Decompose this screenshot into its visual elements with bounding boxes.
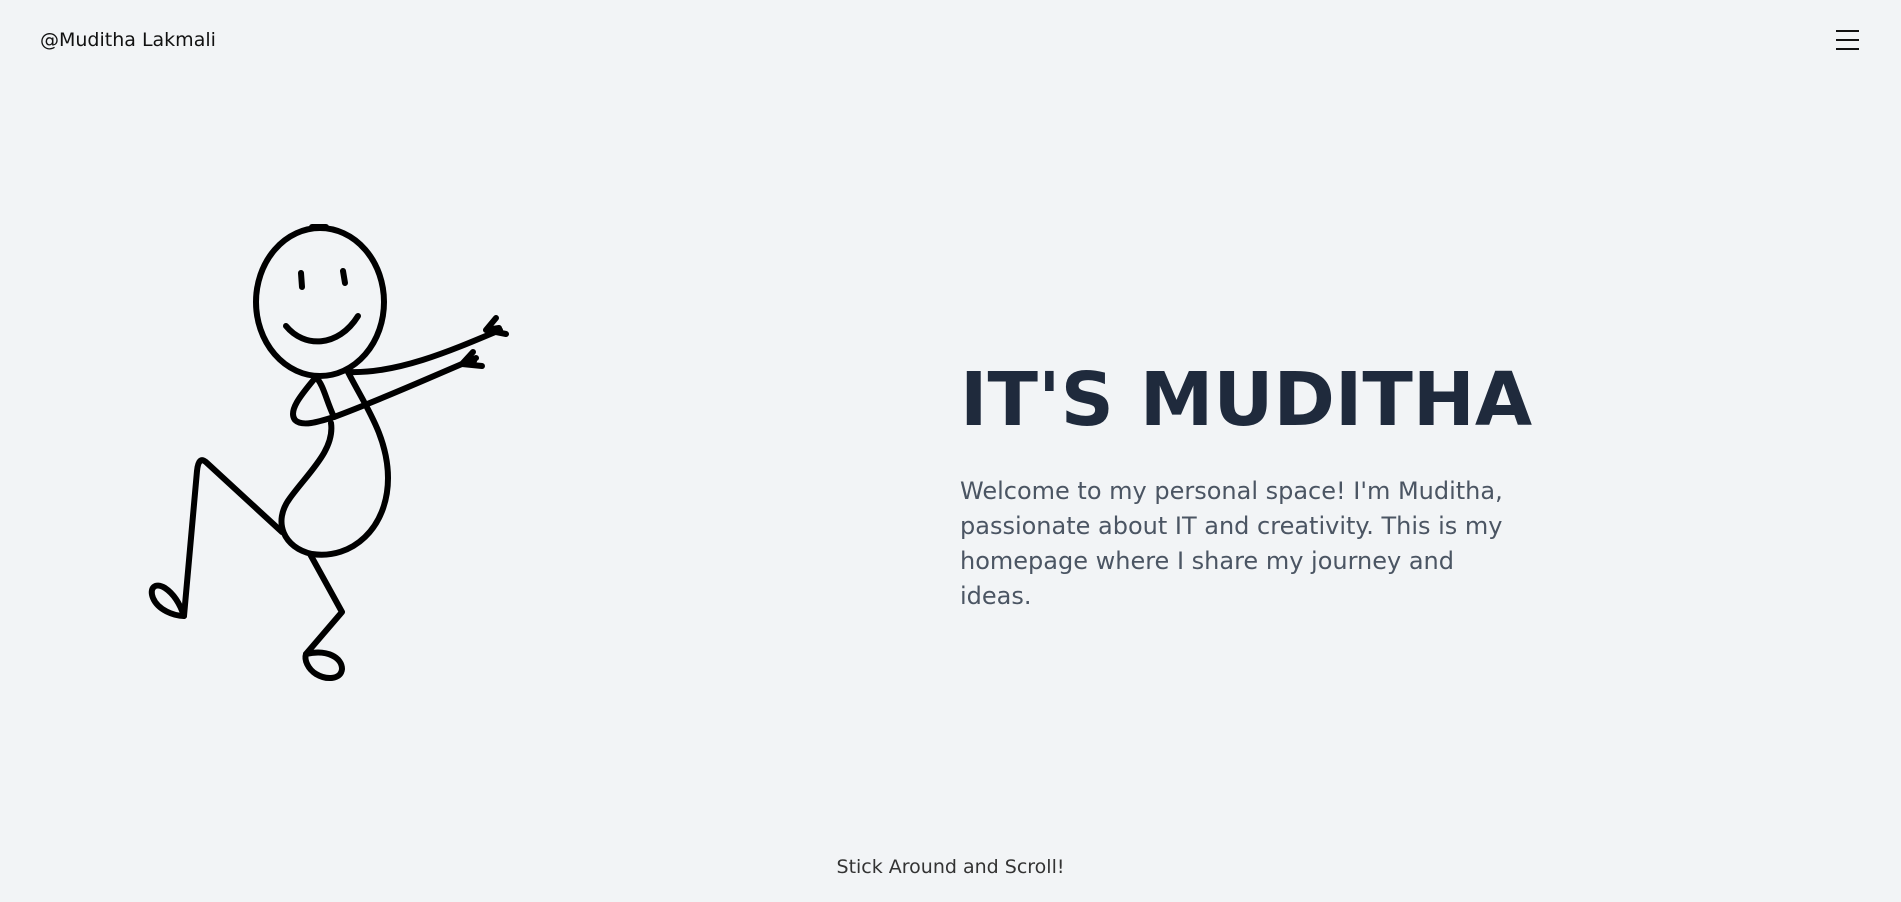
site-brand[interactable]: @Muditha Lakmali [40, 27, 216, 53]
scroll-hint: Stick Around and Scroll! [836, 856, 1065, 878]
stick-figure-icon [148, 224, 509, 681]
menu-line [1835, 48, 1859, 50]
stick-figure-left-leg [181, 457, 285, 619]
stick-figure-neck-loop [290, 374, 337, 427]
menu-button[interactable] [1833, 23, 1861, 57]
hero-description: Welcome to my personal space! I'm Mudith… [960, 477, 1503, 610]
stick-figure-right-eye [340, 268, 348, 286]
hero-section: IT'S MUDITHA Welcome to my personal spac… [960, 352, 1533, 614]
stick-figure-lower-hand [459, 349, 485, 369]
menu-line [1835, 30, 1859, 32]
stick-figure-smile [283, 313, 361, 345]
stick-figure-upper-hand [483, 315, 509, 337]
stick-figure-left-foot [148, 582, 187, 619]
stick-figure-head [253, 225, 387, 379]
hero-title: IT'S MUDITHA [960, 357, 1533, 443]
hamburger-menu-icon [1835, 30, 1859, 50]
menu-line [1835, 39, 1859, 41]
stick-figure-left-eye [298, 270, 305, 290]
stick-figure-right-foot [302, 649, 345, 681]
stick-figure-right-leg [303, 551, 345, 657]
